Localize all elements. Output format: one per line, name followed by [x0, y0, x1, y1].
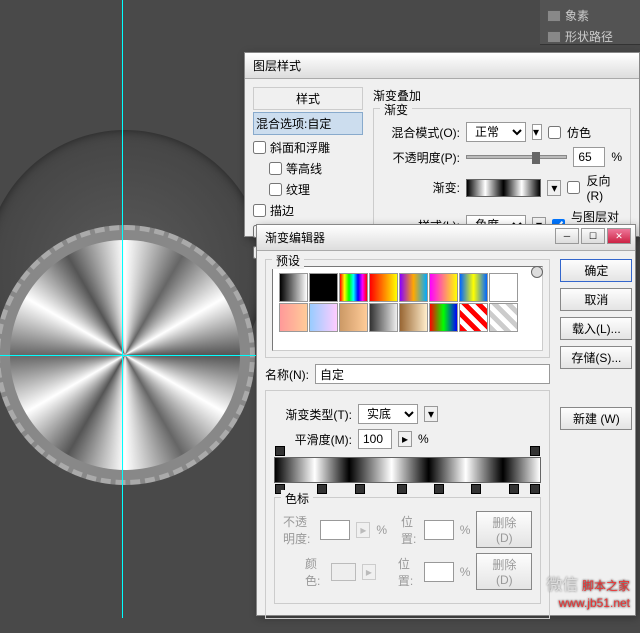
preset-swatch[interactable] [369, 303, 398, 332]
dropdown-arrow-icon[interactable]: ▾ [547, 180, 561, 196]
save-button[interactable]: 存储(S)... [560, 346, 632, 369]
guide-vertical[interactable] [122, 0, 123, 618]
guide-horizontal[interactable] [0, 355, 280, 356]
layer-style-dialog: 图层样式 样式 混合选项:自定 斜面和浮雕 等高线 纹理 描边 内阴影 内发光 … [244, 52, 640, 237]
checkbox[interactable] [253, 141, 266, 154]
cancel-button[interactable]: 取消 [560, 288, 632, 311]
checkbox[interactable] [269, 162, 282, 175]
color-stop[interactable] [434, 484, 444, 494]
stop-position-input [424, 562, 454, 582]
gradient-swatch[interactable] [466, 179, 541, 197]
style-item[interactable]: 斜面和浮雕 [253, 137, 363, 158]
grad-type-select[interactable]: 实底 [358, 404, 418, 424]
dropdown-arrow-icon[interactable]: ▾ [532, 124, 542, 140]
preset-swatch[interactable] [459, 273, 488, 302]
preset-swatch[interactable] [489, 303, 518, 332]
blend-mode-label: 混合模式(O): [382, 124, 460, 141]
watermark: 微信 脚本之家 www.jb51.net [546, 571, 630, 610]
preset-swatch[interactable] [279, 303, 308, 332]
preset-area [272, 266, 543, 351]
gradient-label: 渐变: [382, 179, 460, 196]
preset-swatch[interactable] [399, 273, 428, 302]
preset-swatch[interactable] [429, 303, 458, 332]
blend-mode-select[interactable]: 正常 [466, 122, 526, 142]
dialog-title[interactable]: 图层样式 [245, 53, 639, 79]
preset-swatch[interactable] [459, 303, 488, 332]
color-stop[interactable] [509, 484, 519, 494]
opacity-stop[interactable] [275, 446, 285, 456]
gradient-editor-dialog: 渐变编辑器 ─ ☐ ✕ 预设 名称(N): 渐变类型(T): 实底 [256, 224, 636, 616]
shape-icon [547, 31, 561, 43]
preset-swatch[interactable] [369, 273, 398, 302]
color-stop[interactable] [397, 484, 407, 494]
reverse-checkbox[interactable] [567, 181, 580, 194]
right-panel: 象素 形状路径 [540, 0, 640, 45]
color-stop[interactable] [471, 484, 481, 494]
smoothness-input[interactable] [358, 429, 392, 449]
style-item[interactable]: 描边 [253, 200, 363, 221]
styles-header[interactable]: 样式 [253, 87, 363, 110]
group-title: 渐变 [380, 101, 412, 118]
stops-group: 色标 不透明度: ▸% 位置: % 删除(D) 颜色: ▸ 位置: % 删除(D… [274, 497, 541, 604]
ok-button[interactable]: 确定 [560, 259, 632, 282]
opacity-stop[interactable] [530, 446, 540, 456]
pixel-icon [547, 10, 561, 22]
grad-type-label: 渐变类型(T): [274, 406, 352, 423]
panel-label: 象素 [565, 7, 589, 24]
color-stop[interactable] [530, 484, 540, 494]
stop-position-input [424, 520, 454, 540]
name-label: 名称(N): [265, 366, 309, 383]
maximize-button[interactable]: ☐ [581, 228, 605, 244]
close-button[interactable]: ✕ [607, 228, 631, 244]
dialog-title[interactable]: 渐变编辑器 ─ ☐ ✕ [257, 225, 635, 251]
opacity-label: 不透明度(P): [382, 149, 460, 166]
preset-swatch[interactable] [339, 273, 368, 302]
preset-swatch[interactable] [399, 303, 428, 332]
gradient-name-input[interactable] [315, 364, 550, 384]
dither-checkbox[interactable] [548, 126, 561, 139]
preset-swatch[interactable] [309, 303, 338, 332]
delete-stop-button: 删除(D) [476, 511, 532, 548]
presets-group: 预设 [265, 259, 550, 358]
preset-swatch[interactable] [339, 303, 368, 332]
delete-stop-button: 删除(D) [476, 553, 532, 590]
stop-color-swatch [331, 563, 356, 581]
dropdown-arrow-icon[interactable]: ▾ [424, 406, 438, 422]
minimize-button[interactable]: ─ [555, 228, 579, 244]
color-stop[interactable] [355, 484, 365, 494]
gradient-def-group: 渐变类型(T): 实底 ▾ 平滑度(M): ▸ % [265, 390, 550, 619]
checkbox[interactable] [269, 183, 282, 196]
style-sub-item[interactable]: 等高线 [253, 158, 363, 179]
stop-opacity-input [320, 520, 350, 540]
preset-swatch[interactable] [489, 273, 518, 302]
dropdown-arrow-icon[interactable]: ▸ [398, 431, 412, 447]
preset-swatch[interactable] [279, 273, 308, 302]
opacity-slider[interactable] [466, 155, 567, 159]
preset-swatch[interactable] [429, 273, 458, 302]
load-button[interactable]: 载入(L)... [560, 317, 632, 340]
opacity-input[interactable] [573, 147, 605, 167]
preset-swatch[interactable] [309, 273, 338, 302]
color-stop[interactable] [317, 484, 327, 494]
gradient-bar[interactable] [274, 457, 541, 483]
smoothness-label: 平滑度(M): [274, 431, 352, 448]
style-sub-item[interactable]: 纹理 [253, 179, 363, 200]
blend-options[interactable]: 混合选项:自定 [253, 112, 363, 135]
new-button[interactable]: 新建 (W) [560, 407, 632, 430]
checkbox[interactable] [253, 204, 266, 217]
panel-label: 形状路径 [565, 28, 613, 45]
